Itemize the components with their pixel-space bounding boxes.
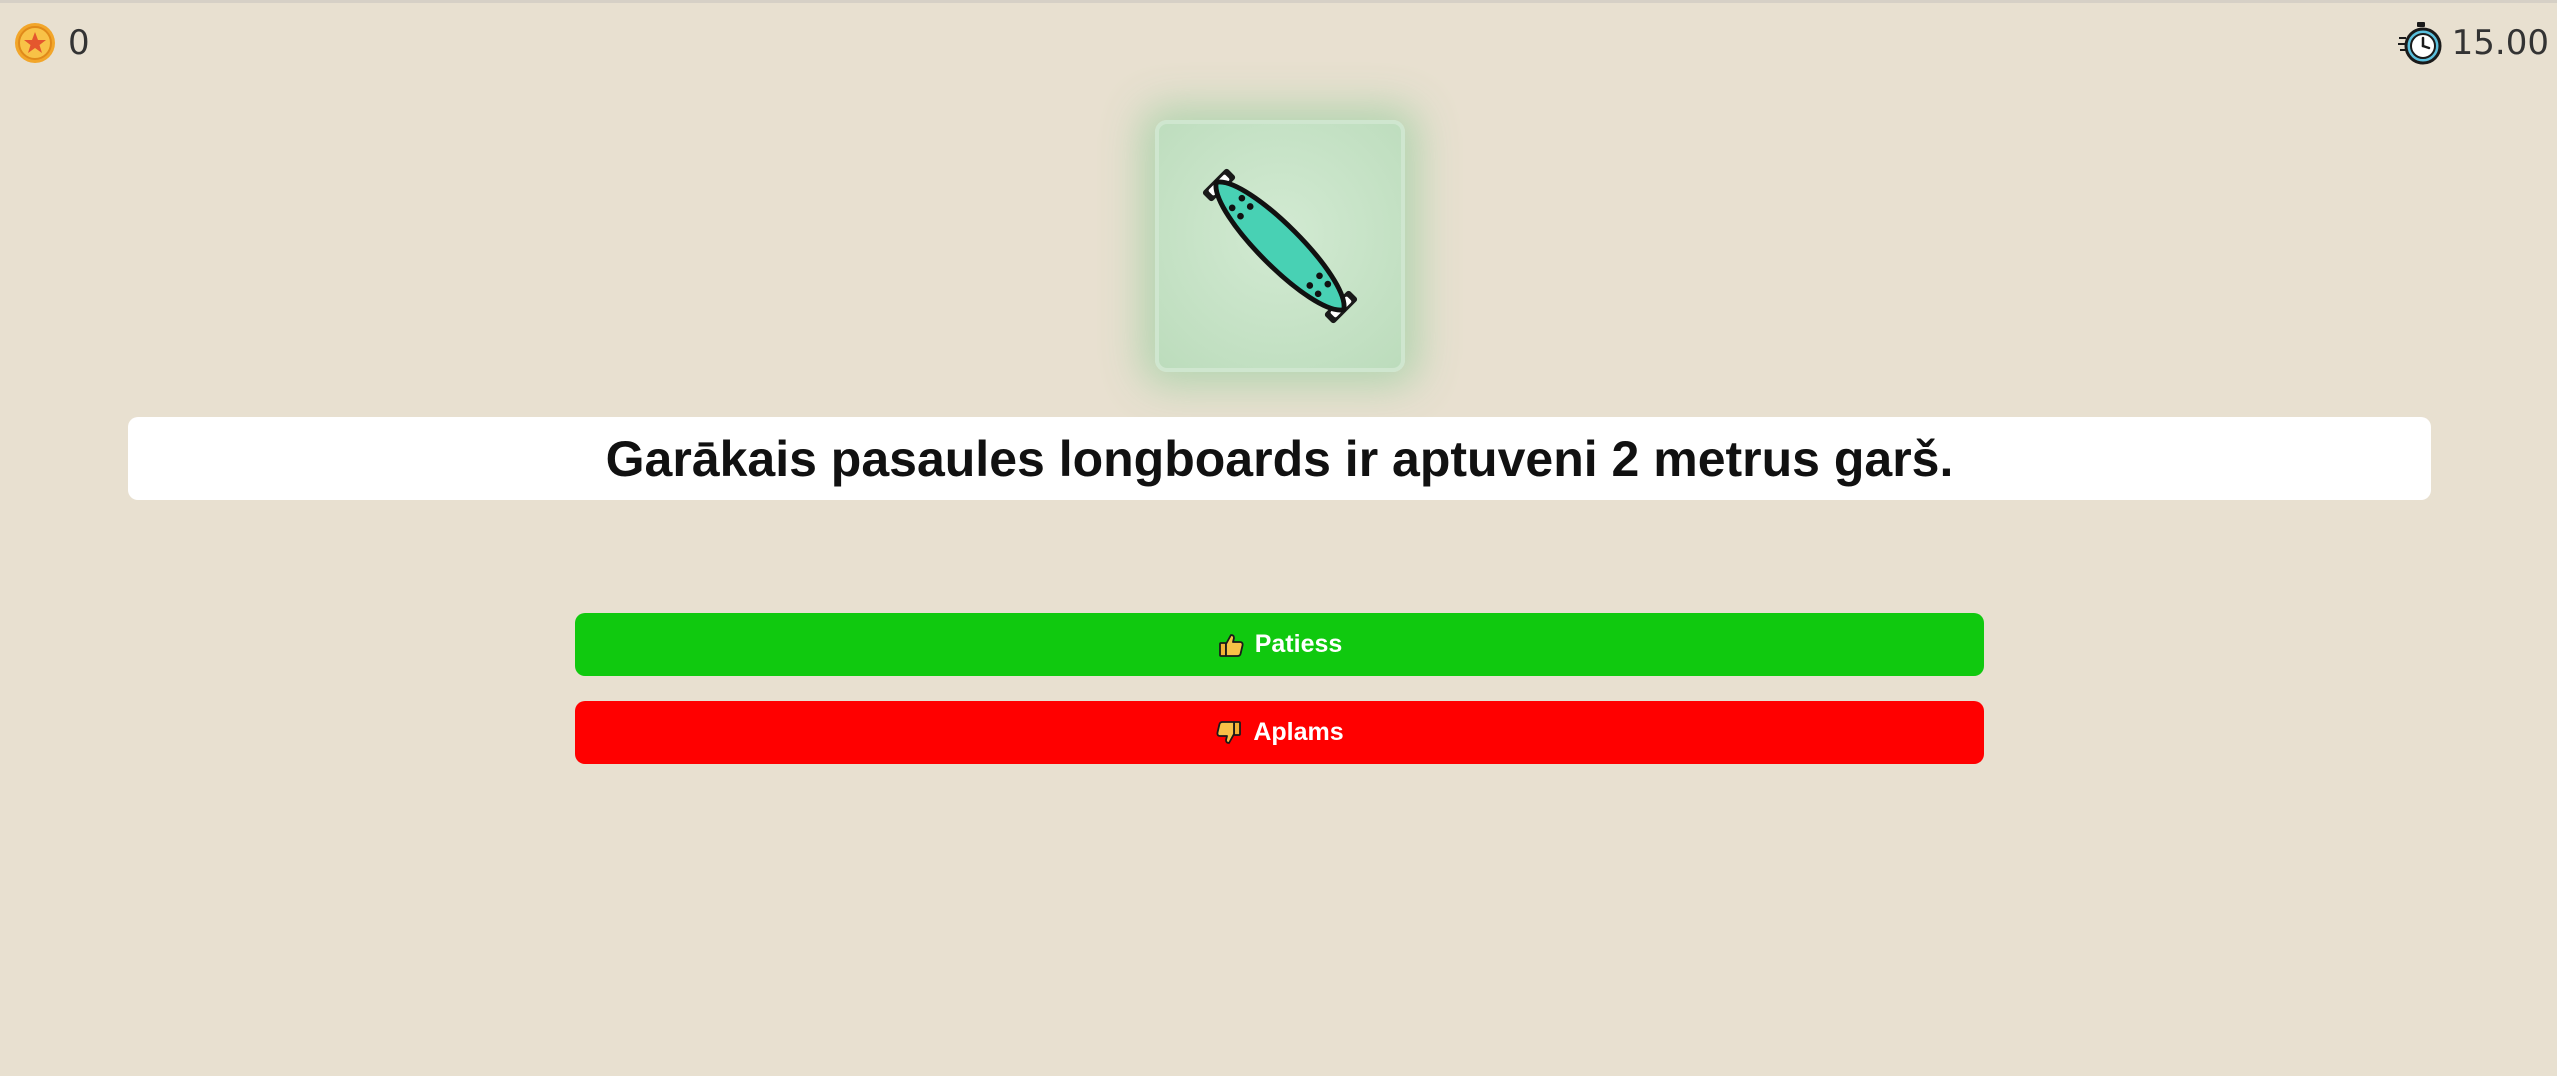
thumbs-up-icon <box>1218 633 1244 657</box>
question-statement: Garākais pasaules longboards ir aptuveni… <box>605 430 1954 487</box>
stopwatch-icon <box>2397 22 2442 65</box>
score-display: 0 <box>14 22 90 64</box>
timer-value: 15.00 <box>2451 23 2549 63</box>
thumbs-down-icon <box>1216 720 1242 744</box>
timer-display: 15.00 <box>2397 20 2549 66</box>
top-border <box>0 0 2557 3</box>
longboard-icon <box>1202 168 1358 324</box>
question-image-card <box>1155 120 1405 372</box>
false-answer-label: Aplams <box>1253 718 1344 746</box>
question-statement-box: Garākais pasaules longboards ir aptuveni… <box>128 417 2431 500</box>
true-answer-button[interactable]: Patiess <box>575 613 1984 676</box>
false-answer-button[interactable]: Aplams <box>575 701 1984 764</box>
coin-star-icon <box>15 23 55 63</box>
true-answer-label: Patiess <box>1254 630 1343 658</box>
score-value: 0 <box>68 23 90 63</box>
